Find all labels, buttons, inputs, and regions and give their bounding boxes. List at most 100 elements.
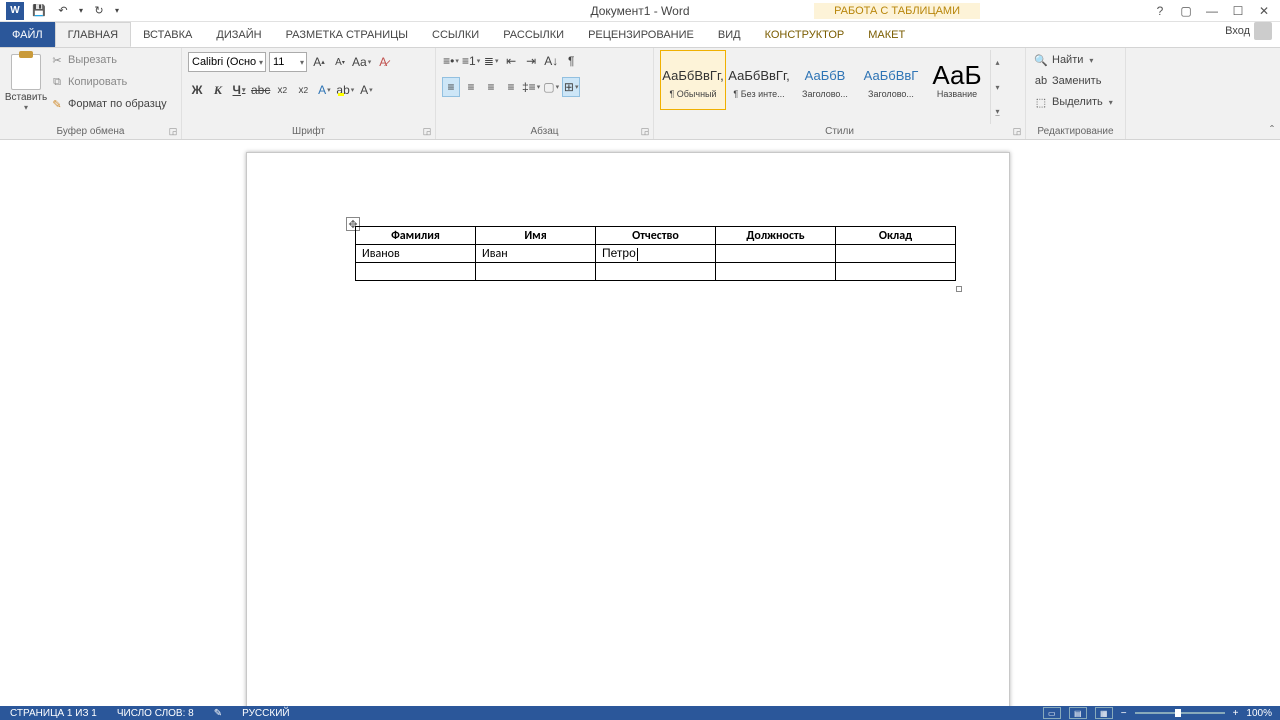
redo-button[interactable]: ↻ [88, 1, 110, 21]
table-cell[interactable] [836, 245, 956, 263]
borders-button[interactable]: ⊞▾ [562, 77, 580, 97]
justify-button[interactable]: ≡ [502, 77, 520, 97]
numbering-button[interactable]: ≡1▾ [462, 51, 480, 71]
replace-button[interactable]: ab Заменить [1032, 71, 1103, 91]
paste-button[interactable]: Вставить ▾ [6, 50, 46, 118]
table-cell[interactable] [476, 263, 596, 281]
font-dialog-launcher[interactable]: ◲ [421, 125, 433, 137]
help-button[interactable]: ? [1148, 2, 1172, 20]
style-heading2[interactable]: АаБбВвГ Заголово... [858, 50, 924, 110]
find-button[interactable]: 🔍 Найти ▾ [1032, 50, 1095, 70]
table-cell[interactable]: Иванов [356, 245, 476, 263]
tab-home[interactable]: ГЛАВНАЯ [55, 22, 131, 47]
status-language[interactable]: РУССКИЙ [232, 708, 299, 719]
align-left-button[interactable]: ≡ [442, 77, 460, 97]
styles-scroll-down[interactable]: ▾ [991, 75, 1004, 100]
tab-table-layout[interactable]: МАКЕТ [856, 22, 917, 47]
zoom-out-button[interactable]: − [1121, 708, 1127, 719]
shrink-font-button[interactable]: A▾ [331, 52, 349, 72]
zoom-value[interactable]: 100% [1246, 708, 1272, 719]
increase-indent-button[interactable]: ⇥ [522, 51, 540, 71]
styles-dialog-launcher[interactable]: ◲ [1011, 125, 1023, 137]
font-name-combo[interactable]: Calibri (Осно▾ [188, 52, 266, 72]
table-header-cell[interactable]: Имя [476, 227, 596, 245]
format-painter-button[interactable]: ✎ Формат по образцу [50, 94, 167, 114]
status-proofing-icon[interactable]: ✎ [204, 708, 232, 719]
minimize-button[interactable]: — [1200, 2, 1224, 20]
tab-page-layout[interactable]: РАЗМЕТКА СТРАНИЦЫ [274, 22, 420, 47]
bold-button[interactable]: Ж [188, 80, 206, 100]
clear-formatting-button[interactable]: A̷ [374, 52, 392, 72]
font-color-button[interactable]: A▾ [357, 80, 375, 100]
text-effects-button[interactable]: A▾ [315, 80, 333, 100]
tab-review[interactable]: РЕЦЕНЗИРОВАНИЕ [576, 22, 706, 47]
sort-button[interactable]: A↓ [542, 51, 560, 71]
table-cell[interactable]: Иван [476, 245, 596, 263]
table-cell[interactable]: Петро [596, 245, 716, 263]
select-button[interactable]: ⬚ Выделить ▾ [1032, 92, 1115, 112]
status-word-count[interactable]: ЧИСЛО СЛОВ: 8 [107, 708, 204, 719]
table-header-cell[interactable]: Фамилия [356, 227, 476, 245]
collapse-ribbon-button[interactable]: ˆ [1270, 123, 1274, 137]
styles-scroll-up[interactable]: ▴ [991, 50, 1004, 75]
zoom-slider[interactable] [1135, 712, 1225, 714]
align-right-button[interactable]: ≡ [482, 77, 500, 97]
view-print-layout[interactable]: ▤ [1069, 707, 1087, 719]
shading-button[interactable]: ▢▾ [542, 77, 560, 97]
close-button[interactable]: ✕ [1252, 2, 1276, 20]
line-spacing-button[interactable]: ‡≡▾ [522, 77, 540, 97]
tab-design[interactable]: ДИЗАЙН [204, 22, 273, 47]
tab-insert[interactable]: ВСТАВКА [131, 22, 204, 47]
table-header-cell[interactable]: Оклад [836, 227, 956, 245]
italic-button[interactable]: К [209, 80, 227, 100]
change-case-button[interactable]: Aa▾ [352, 52, 371, 72]
copy-button[interactable]: ⧉ Копировать [50, 72, 167, 92]
zoom-in-button[interactable]: + [1233, 708, 1239, 719]
table-cell[interactable] [356, 263, 476, 281]
style-no-spacing[interactable]: АаБбВвГг, ¶ Без инте... [726, 50, 792, 110]
save-button[interactable]: 💾 [28, 1, 50, 21]
tab-file[interactable]: ФАЙЛ [0, 22, 55, 47]
table-cell[interactable] [836, 263, 956, 281]
style-title[interactable]: АаБ Название [924, 50, 990, 110]
show-marks-button[interactable]: ¶ [562, 51, 580, 71]
underline-button[interactable]: Ч▾ [230, 80, 248, 100]
undo-button[interactable]: ↶ [52, 1, 74, 21]
style-heading1[interactable]: АаБбВ Заголово... [792, 50, 858, 110]
superscript-button[interactable]: x2 [294, 80, 312, 100]
maximize-button[interactable]: ☐ [1226, 2, 1250, 20]
table-header-cell[interactable]: Должность [716, 227, 836, 245]
status-page[interactable]: СТРАНИЦА 1 ИЗ 1 [0, 708, 107, 719]
table-cell[interactable] [596, 263, 716, 281]
document-table[interactable]: Фамилия Имя Отчество Должность Оклад Ива… [355, 226, 956, 281]
view-read-mode[interactable]: ▭ [1043, 707, 1061, 719]
font-size-combo[interactable]: 11▾ [269, 52, 307, 72]
tab-view[interactable]: ВИД [706, 22, 753, 47]
undo-dropdown[interactable]: ▾ [76, 1, 86, 21]
tab-mailings[interactable]: РАССЫЛКИ [491, 22, 576, 47]
word-app-icon[interactable]: W [4, 1, 26, 21]
view-web-layout[interactable]: ▦ [1095, 707, 1113, 719]
table-header-cell[interactable]: Отчество [596, 227, 716, 245]
sign-in[interactable]: Вход [1225, 22, 1272, 40]
strikethrough-button[interactable]: abc [251, 80, 270, 100]
qat-customize[interactable]: ▾ [112, 1, 122, 21]
bullets-button[interactable]: ≡•▾ [442, 51, 460, 71]
align-center-button[interactable]: ≡ [462, 77, 480, 97]
tab-references[interactable]: ССЫЛКИ [420, 22, 491, 47]
highlight-button[interactable]: ab▾ [336, 80, 354, 100]
table-resize-handle[interactable] [956, 286, 962, 292]
paragraph-dialog-launcher[interactable]: ◲ [639, 125, 651, 137]
table-cell[interactable] [716, 245, 836, 263]
style-normal[interactable]: АаБбВвГг, ¶ Обычный [660, 50, 726, 110]
page[interactable]: ✥ Фамилия Имя Отчество Должность Оклад И… [246, 152, 1010, 706]
ribbon-display-options[interactable]: ▢ [1174, 2, 1198, 20]
decrease-indent-button[interactable]: ⇤ [502, 51, 520, 71]
grow-font-button[interactable]: A▴ [310, 52, 328, 72]
clipboard-dialog-launcher[interactable]: ◲ [167, 125, 179, 137]
tab-table-design[interactable]: КОНСТРУКТОР [753, 22, 857, 47]
cut-button[interactable]: ✂ Вырезать [50, 50, 167, 70]
subscript-button[interactable]: x2 [273, 80, 291, 100]
styles-expand[interactable]: ▾̲ [991, 99, 1004, 124]
table-cell[interactable] [716, 263, 836, 281]
